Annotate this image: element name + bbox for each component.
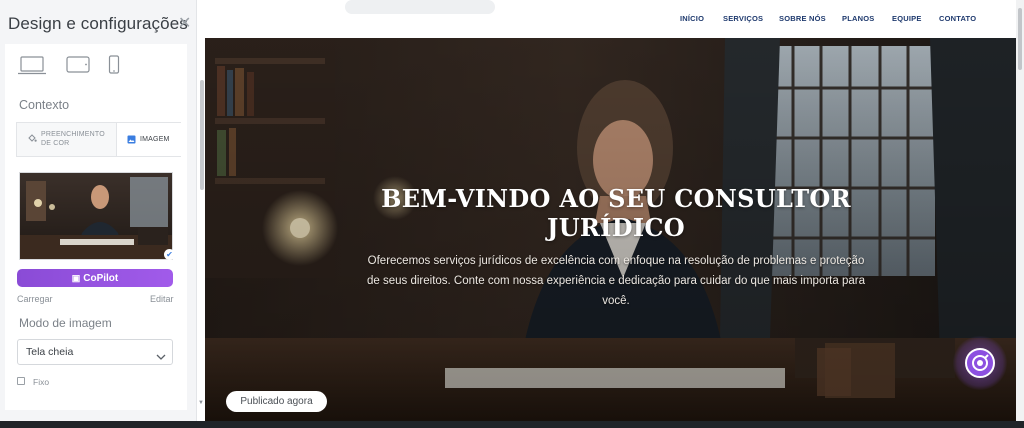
hero-section[interactable]: BEM-VINDO AO SEU CONSULTOR JURÍDICO Ofer… [205, 38, 1016, 422]
bottom-edge-bar [0, 421, 1024, 428]
fixed-label: Fixo [33, 377, 50, 387]
copilot-chat-icon [965, 348, 995, 378]
image-mode-select[interactable]: Tela cheia [17, 339, 173, 365]
tab-color-fill-line2: DE COR [41, 140, 70, 147]
nav-item-contato[interactable]: CONTATO [939, 14, 976, 23]
chevron-down-icon [156, 348, 166, 366]
background-image-thumbnail[interactable] [19, 172, 173, 260]
paint-bucket-icon [27, 133, 37, 146]
hero-title-line-1: BEM-VINDO AO SEU CONSULTOR [381, 184, 851, 213]
panel-scrollbar-thumb[interactable] [200, 80, 204, 190]
image-mode-label: Modo de imagem [19, 316, 112, 330]
hero-subtitle: Oferecemos serviços jurídicos de excelên… [345, 251, 887, 311]
image-icon [127, 135, 136, 147]
tab-color-fill-line1: PREENCHIMENTO [41, 131, 105, 138]
tab-image[interactable]: IMAGEM [116, 123, 182, 156]
faded-toolbar-pill [345, 0, 495, 14]
upload-link[interactable]: Carregar [17, 294, 53, 304]
settings-card: Contexto PREENCHIMENTO DE COR IMAGEM ✔ ▣… [5, 44, 187, 410]
design-settings-panel: Design e configurações ✕ Contexto PREENC… [0, 0, 204, 428]
selected-check-icon: ✔ [164, 249, 175, 260]
panel-scroll-area[interactable]: Contexto PREENCHIMENTO DE COR IMAGEM ✔ ▣… [0, 44, 196, 414]
hero-title-line-2: JURÍDICO [547, 213, 685, 242]
scroll-down-arrow-icon[interactable]: ▼ [198, 400, 204, 406]
tab-image-label: IMAGEM [140, 136, 170, 143]
copilot-button[interactable]: ▣ CoPilot [17, 269, 173, 287]
app-root: Design e configurações ✕ Contexto PREENC… [0, 0, 1024, 428]
close-icon[interactable]: ✕ [178, 16, 191, 32]
site-navbar: INÍCIO SERVIÇOS SOBRE NÓS PLANOS EQUIPE … [205, 0, 1016, 38]
hero-subtitle-line-1: Oferecemos serviços jurídicos de excelên… [367, 255, 865, 267]
background-type-tabs: PREENCHIMENTO DE COR IMAGEM [16, 122, 182, 157]
mobile-icon[interactable] [108, 55, 120, 80]
fixed-checkbox[interactable] [17, 377, 25, 385]
nav-item-inicio[interactable]: INÍCIO [680, 14, 704, 23]
image-mode-value: Tela cheia [26, 346, 74, 358]
hero-title: BEM-VINDO AO SEU CONSULTOR JURÍDICO [355, 184, 877, 242]
nav-item-servicos[interactable]: SERVIÇOS [723, 14, 763, 23]
copilot-chat-button[interactable] [953, 336, 1007, 390]
nav-item-planos[interactable]: PLANOS [842, 14, 874, 23]
hero-subtitle-line-2: de seus direitos. Conte com nossa experi… [367, 275, 865, 287]
edit-link[interactable]: Editar [150, 294, 174, 304]
preview-scrollbar-thumb[interactable] [1018, 8, 1022, 70]
panel-title: Design e configurações [8, 14, 188, 33]
tab-color-fill[interactable]: PREENCHIMENTO DE COR [17, 123, 116, 156]
context-label: Contexto [19, 98, 70, 112]
nav-item-equipe[interactable]: EQUIPE [892, 14, 922, 23]
copilot-button-label: CoPilot [83, 273, 119, 284]
tablet-icon[interactable] [66, 55, 90, 80]
published-status-badge[interactable]: Publicado agora [226, 391, 327, 412]
hero-subtitle-line-3: você. [602, 295, 630, 307]
copilot-icon: ▣ [71, 273, 81, 283]
nav-item-sobre-nos[interactable]: SOBRE NÓS [779, 14, 826, 23]
desktop-icon[interactable] [17, 56, 47, 81]
